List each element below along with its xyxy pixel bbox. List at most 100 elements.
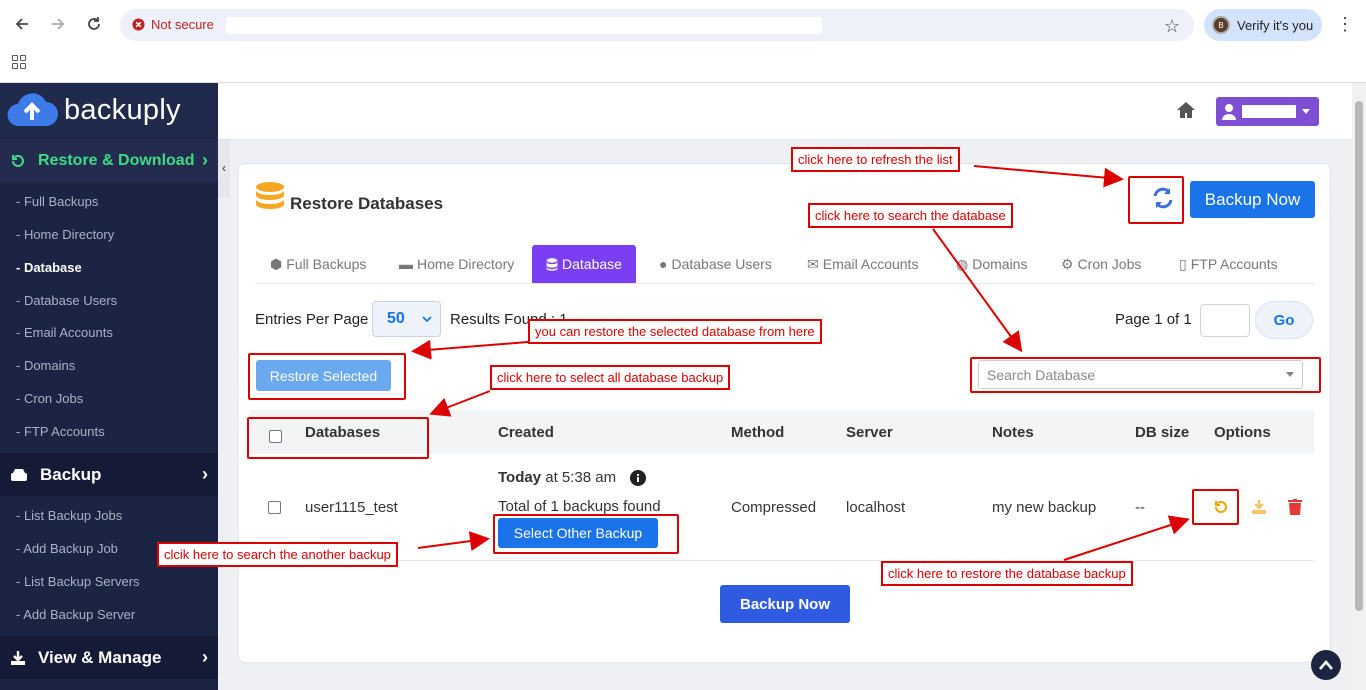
annotation-restore-selected: you can restore the selected database fr… [528,319,822,344]
sidebar-item-list-backup-jobs[interactable]: - List Backup Jobs [16,508,122,523]
page-number-input[interactable] [1200,304,1250,337]
caret-down-icon [1302,108,1310,114]
sidebar-section-restore[interactable]: Restore & Download › [0,139,218,182]
notes-value: my new backup [992,499,1097,516]
section-label: Backup [40,464,102,484]
sidebar-section-view-manage[interactable]: View & Manage › [0,636,218,679]
user-icon: ● [659,256,668,272]
entries-per-page-label: Entries Per Page [255,311,369,328]
tab-database-users[interactable]: ● Database Users [659,245,772,283]
tab-label: Domains [972,256,1028,272]
entries-value: 50 [387,310,405,327]
sidebar-item-list-backup-servers[interactable]: - List Backup Servers [16,574,140,589]
sidebar-item-full-backups[interactable]: - Full Backups [16,194,98,209]
apps-grid-icon[interactable] [12,55,26,69]
tab-ftp-accounts[interactable]: ▯ FTP Accounts [1179,245,1278,283]
col-db-size: DB size [1135,424,1190,441]
backups-found: Total of 1 backups found [498,498,661,515]
db-size-value: -- [1135,499,1145,516]
tab-label: Email Accounts [822,256,919,272]
username-redacted [1242,105,1296,118]
user-menu-button[interactable] [1216,97,1319,126]
url-text[interactable] [226,17,822,34]
delete-icon[interactable] [1288,499,1302,515]
tab-label: Database Users [671,256,772,272]
database-icon [546,257,558,271]
sidebar-item-database-users[interactable]: - Database Users [16,293,117,308]
app-header [218,83,1352,139]
forward-icon[interactable] [46,12,70,36]
tab-bar: ⬢ Full Backups ▬ Home Directory Database ●… [255,245,1315,284]
annotation-refresh: click here to refresh the list [791,147,960,172]
col-notes: Notes [992,424,1034,441]
scroll-to-top-button[interactable] [1311,650,1341,680]
tab-label: Database [562,256,622,272]
bookmark-star-icon[interactable]: ☆ [1164,16,1180,37]
sidebar-item-add-backup-server[interactable]: - Add Backup Server [16,607,135,622]
tab-label: FTP Accounts [1190,256,1278,272]
envelope-icon: ✉ [807,255,819,272]
sidebar-item-database[interactable]: - Database [16,260,82,275]
server-value: localhost [846,499,906,516]
back-icon[interactable] [10,12,34,36]
browser-toolbar: Not secure ☆ B Verify it's you ⋮ [0,0,1366,83]
hdd-icon [11,468,27,481]
undo-icon [12,154,24,167]
tab-label: Home Directory [417,256,515,272]
tab-domains[interactable]: ◍ Domains [956,245,1027,283]
tab-label: Cron Jobs [1077,256,1142,272]
method-value: Compressed [731,499,817,516]
sidebar-item-cron-jobs[interactable]: - Cron Jobs [16,391,83,406]
bottom-backup-now-button[interactable]: Backup Now [720,585,850,623]
database-stack-icon [255,182,285,214]
page-scrollbar[interactable] [1352,83,1366,690]
section-label: Restore & Download [38,151,195,169]
address-bar[interactable]: Not secure ☆ [120,9,1194,41]
tab-email-accounts[interactable]: ✉ Email Accounts [807,245,918,283]
sidebar-item-email-accounts[interactable]: - Email Accounts [16,325,113,340]
sidebar-item-ftp-accounts[interactable]: - FTP Accounts [16,424,105,439]
created-date: Today at 5:38 am [498,469,616,486]
logo-text: backuply [64,94,181,126]
chevron-down-icon [422,315,432,322]
sidebar-collapse-toggle[interactable]: ‹ [218,138,230,198]
entries-per-page-select[interactable]: 50 [372,301,441,337]
sidebar-item-domains[interactable]: - Domains [16,358,75,373]
restore-databases-card: Restore Databases Backup Now ⬢ Full Backu… [238,163,1331,663]
users-cog-icon: ⚙ [1061,255,1074,272]
cubes-icon: ⬢ [270,255,283,272]
not-secure-badge[interactable]: Not secure [132,17,214,32]
sidebar-section-backup[interactable]: Backup › [0,453,218,496]
sidebar: backuply Restore & Download › - Full Bac… [0,83,218,690]
col-created: Created [498,424,554,441]
tab-database[interactable]: Database [532,245,636,283]
info-icon[interactable] [630,470,646,486]
tab-home-directory[interactable]: ▬ Home Directory [399,245,514,283]
page-title: Restore Databases [290,194,444,213]
search-highlight-box [970,357,1321,393]
reload-icon[interactable] [82,12,106,36]
not-secure-label: Not secure [151,17,214,32]
backuply-logo[interactable]: backuply [0,83,218,138]
select-other-highlight-box [493,514,679,554]
database-name: user1115_test [305,499,398,516]
chevron-right-icon: › [202,647,208,667]
sidebar-item-home-directory[interactable]: - Home Directory [16,227,114,242]
menu-kebab-icon[interactable]: ⋮ [1336,14,1354,35]
tab-cron-jobs[interactable]: ⚙ Cron Jobs [1061,245,1141,283]
tab-label: Full Backups [286,256,367,272]
row-checkbox[interactable] [268,501,281,514]
chevron-right-icon: › [202,464,208,484]
go-button[interactable]: Go [1255,301,1313,339]
sidebar-item-add-backup-job[interactable]: - Add Backup Job [16,541,118,556]
download-icon[interactable] [1251,499,1267,515]
verify-profile-button[interactable]: B Verify it's you [1204,9,1322,41]
row-divider [249,560,1314,561]
col-options: Options [1214,424,1271,441]
home-icon[interactable] [1176,101,1196,119]
globe-icon: ◍ [956,255,969,272]
col-server: Server [846,424,893,441]
tab-full-backups[interactable]: ⬢ Full Backups [270,245,366,283]
avatar: B [1212,16,1230,34]
backup-now-button[interactable]: Backup Now [1190,181,1315,218]
